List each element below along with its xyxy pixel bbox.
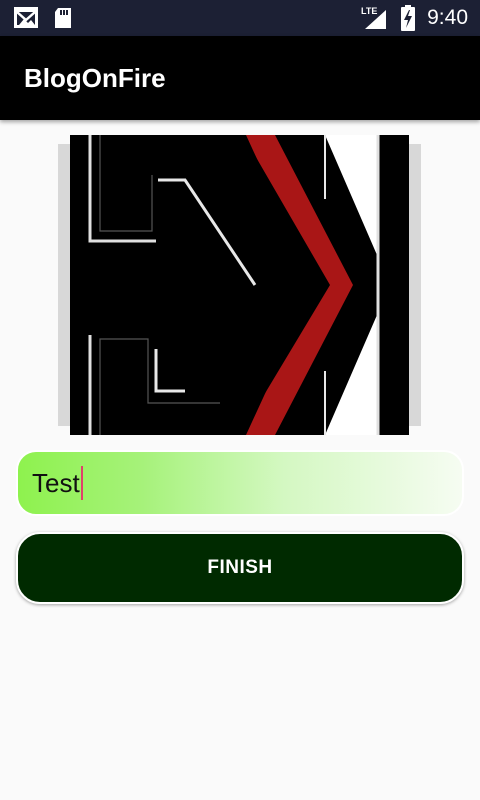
finish-button[interactable]: FINISH: [16, 532, 464, 604]
gmail-icon: [14, 7, 38, 28]
signal-icon: [365, 10, 386, 29]
status-bar: LTE 9:40: [0, 0, 480, 36]
blog-image[interactable]: [70, 135, 409, 435]
app-bar: BlogOnFire: [0, 36, 480, 120]
clock: 9:40: [427, 6, 468, 29]
app-title: BlogOnFire: [24, 63, 166, 93]
text-cursor: [81, 466, 83, 500]
sd-card-icon: [55, 8, 71, 28]
title-field[interactable]: [16, 450, 464, 516]
battery-charging-icon: [401, 5, 415, 31]
title-input[interactable]: [32, 452, 432, 514]
